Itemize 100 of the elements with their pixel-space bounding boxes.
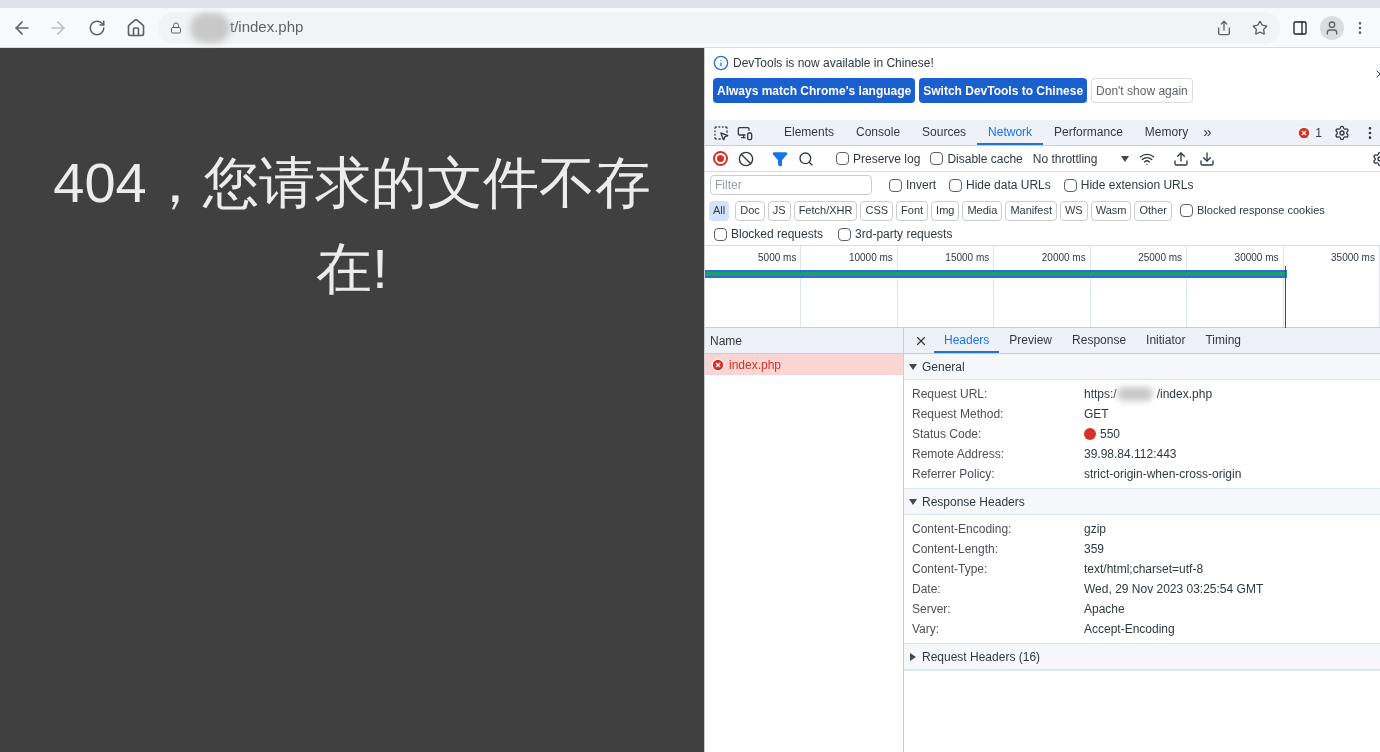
tick-label: 30000 ms — [1234, 251, 1279, 265]
error-count: 1 — [1315, 124, 1322, 142]
header-name: Referrer Policy: — [912, 466, 996, 483]
infobar-button[interactable]: Always match Chrome's language — [713, 78, 916, 103]
profile-avatar[interactable] — [1320, 15, 1344, 40]
redaction-blur — [190, 12, 230, 43]
header-name: Content-Encoding: — [912, 521, 1013, 538]
detail-tab[interactable]: Preview — [999, 328, 1063, 353]
more-tabs-button[interactable]: » — [1199, 121, 1216, 144]
disclosure-triangle-icon — [909, 497, 917, 506]
lock-icon — [170, 21, 182, 34]
section-header[interactable]: Request Headers (16) — [904, 644, 1380, 670]
tick-label: 15000 ms — [945, 251, 990, 265]
tick-label: 35000 ms — [1331, 251, 1375, 265]
filter-icon[interactable] — [772, 150, 788, 167]
error-icon — [1297, 125, 1312, 140]
header-name: Server: — [912, 601, 952, 618]
device-icon[interactable] — [737, 124, 753, 141]
header-value: 550 — [1100, 426, 1121, 443]
error-icon — [711, 357, 725, 372]
header-name: Content-Type: — [912, 561, 989, 578]
section-header[interactable]: General — [904, 354, 1380, 380]
disclosure-triangle-icon — [909, 362, 917, 371]
detail-tab[interactable]: Response — [1062, 328, 1137, 353]
type-filter-chip[interactable]: WS — [1059, 200, 1088, 221]
checkbox-label: 3rd-party requests — [855, 226, 953, 243]
tick-label: 25000 ms — [1138, 251, 1183, 265]
header-name: Request URL: — [912, 386, 989, 403]
checkbox-label: Hide extension URLs — [1080, 177, 1194, 194]
checkbox[interactable] — [838, 227, 852, 241]
type-filter-chip[interactable]: Media — [962, 200, 1003, 221]
header-value: /index.php — [1156, 386, 1213, 403]
type-filter-chip[interactable]: Other — [1134, 200, 1172, 221]
header-value: Wed, 29 Nov 2023 03:25:54 GMT — [1084, 581, 1264, 598]
checkbox[interactable] — [1063, 178, 1077, 192]
header-name: Remote Address: — [912, 446, 1006, 463]
header-name: Status Code: — [912, 426, 983, 443]
download-icon[interactable] — [1199, 150, 1216, 167]
devtools-tab[interactable]: Performance — [1043, 120, 1134, 145]
detail-tab[interactable]: Initiator — [1136, 328, 1196, 353]
type-filter-chip[interactable]: Img — [931, 200, 960, 221]
checkbox[interactable] — [889, 178, 902, 192]
header-value: Apache — [1084, 601, 1125, 618]
devtools-tab[interactable]: Sources — [911, 120, 978, 145]
devtools-tab[interactable]: Memory — [1133, 120, 1200, 145]
request-row[interactable]: index.php — [705, 354, 903, 375]
devtools-tab[interactable]: Console — [845, 120, 912, 145]
column-header: Name — [705, 328, 903, 354]
type-filter-chip[interactable]: JS — [767, 200, 791, 221]
side-panel-icon[interactable] — [1292, 19, 1308, 36]
star-icon[interactable] — [1252, 19, 1268, 36]
search-icon[interactable] — [798, 150, 814, 167]
infobar-button[interactable]: Switch DevTools to Chinese — [919, 78, 1088, 103]
infobar-text: DevTools is now available in Chinese! — [733, 55, 934, 72]
checkbox[interactable] — [836, 152, 849, 165]
checkbox[interactable] — [714, 227, 727, 241]
upload-icon[interactable] — [1173, 150, 1190, 167]
checkbox-label: Blocked response cookies — [1197, 203, 1325, 219]
clear-icon[interactable] — [738, 150, 754, 167]
type-filter-chip[interactable]: Font — [896, 200, 929, 221]
home-icon[interactable] — [126, 17, 146, 38]
infobar-button[interactable]: Don't show again — [1091, 78, 1193, 103]
url-text: t/index.php — [230, 17, 304, 38]
settings-icon[interactable] — [1334, 124, 1350, 141]
checkbox-label: Preserve log — [853, 150, 921, 168]
checkbox-label: Disable cache — [947, 150, 1023, 168]
header-value: gzip — [1084, 521, 1106, 538]
section-header[interactable]: Response Headers — [904, 489, 1380, 515]
devtools-tab[interactable]: Elements — [773, 120, 846, 145]
dropdown-caret-icon — [1121, 154, 1130, 163]
info-icon — [713, 55, 729, 71]
filter-field[interactable]: Filter — [710, 175, 872, 195]
record-stop-icon[interactable] — [713, 151, 728, 166]
tick-label: 5000 ms — [758, 251, 797, 265]
devtools-tab[interactable]: Network — [977, 120, 1044, 145]
header-name: Content-Length: — [912, 541, 1000, 558]
checkbox[interactable] — [949, 178, 962, 192]
header-value: strict-origin-when-cross-origin — [1084, 466, 1242, 483]
tick-label: 10000 ms — [848, 251, 893, 265]
type-filter-chip[interactable]: All — [709, 200, 730, 221]
checkbox[interactable] — [930, 152, 944, 165]
detail-tab[interactable]: Timing — [1195, 328, 1251, 353]
reload-icon[interactable] — [88, 18, 106, 37]
type-filter-chip[interactable]: Doc — [735, 200, 765, 221]
inspect-icon[interactable] — [713, 124, 729, 141]
type-filter-chip[interactable]: Fetch/XHR — [793, 200, 858, 221]
tick-label: 20000 ms — [1041, 251, 1086, 265]
header-name: Vary: — [912, 621, 941, 638]
type-filter-chip[interactable]: Wasm — [1090, 200, 1132, 221]
address-bar[interactable]: t/index.php — [158, 11, 1280, 44]
type-filter-chip[interactable]: Manifest — [1005, 200, 1057, 221]
header-value: 39.98.84.112:443 — [1084, 446, 1177, 463]
throttling-dropdown[interactable]: No throttling — [1032, 149, 1130, 168]
share-icon[interactable] — [1216, 19, 1232, 36]
checkbox-label: Hide data URLs — [966, 177, 1051, 194]
type-filter-chip[interactable]: CSS — [860, 200, 894, 221]
header-value: 359 — [1084, 541, 1105, 558]
header-value: text/html;charset=utf-8 — [1084, 561, 1204, 578]
header-value: GET — [1084, 406, 1109, 423]
checkbox[interactable] — [1180, 204, 1193, 217]
